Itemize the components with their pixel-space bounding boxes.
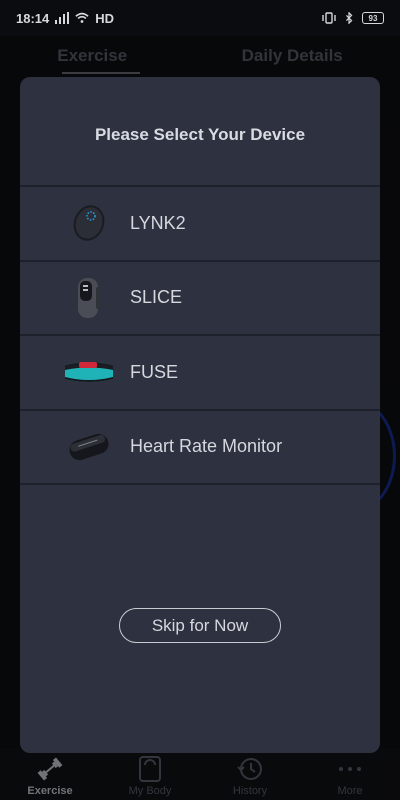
heart-rate-strap-icon <box>58 421 120 473</box>
device-label-fuse: FUSE <box>130 361 179 382</box>
dialog-title: Please Select Your Device <box>94 125 306 144</box>
slice-band-icon <box>58 272 120 324</box>
device-select-dialog: Please Select Your Device LYNK2 SLICE FU… <box>20 77 380 753</box>
bluetooth-icon <box>346 12 353 24</box>
network-type: HD <box>95 10 115 26</box>
status-right: 93 <box>322 12 384 24</box>
device-option-lynk2[interactable]: LYNK2 <box>20 187 380 262</box>
status-bar: 18:14 HD 93 <box>0 0 400 36</box>
lynk2-device-icon <box>58 197 120 249</box>
device-label-slice: SLICE <box>130 287 183 308</box>
status-left: 18:14 HD <box>16 11 114 26</box>
wifi-icon <box>75 12 89 23</box>
device-label-lynk2: LYNK2 <box>130 212 186 233</box>
device-option-slice[interactable]: SLICE <box>20 262 380 336</box>
fuse-armband-icon <box>58 346 120 398</box>
device-option-fuse[interactable]: FUSE <box>20 336 380 411</box>
vibrate-icon <box>322 12 336 24</box>
device-list: LYNK2 SLICE FUSE Heart Rate Monitor <box>20 185 380 485</box>
device-label-heart-rate-monitor: Heart Rate Monitor <box>130 436 283 457</box>
signal-icon <box>55 12 70 24</box>
status-time: 18:14 <box>16 10 50 26</box>
skip-for-now-button[interactable]: Skip for Now <box>119 608 281 643</box>
device-option-heart-rate-monitor[interactable]: Heart Rate Monitor <box>20 411 380 485</box>
battery-indicator: 93 <box>362 12 384 24</box>
